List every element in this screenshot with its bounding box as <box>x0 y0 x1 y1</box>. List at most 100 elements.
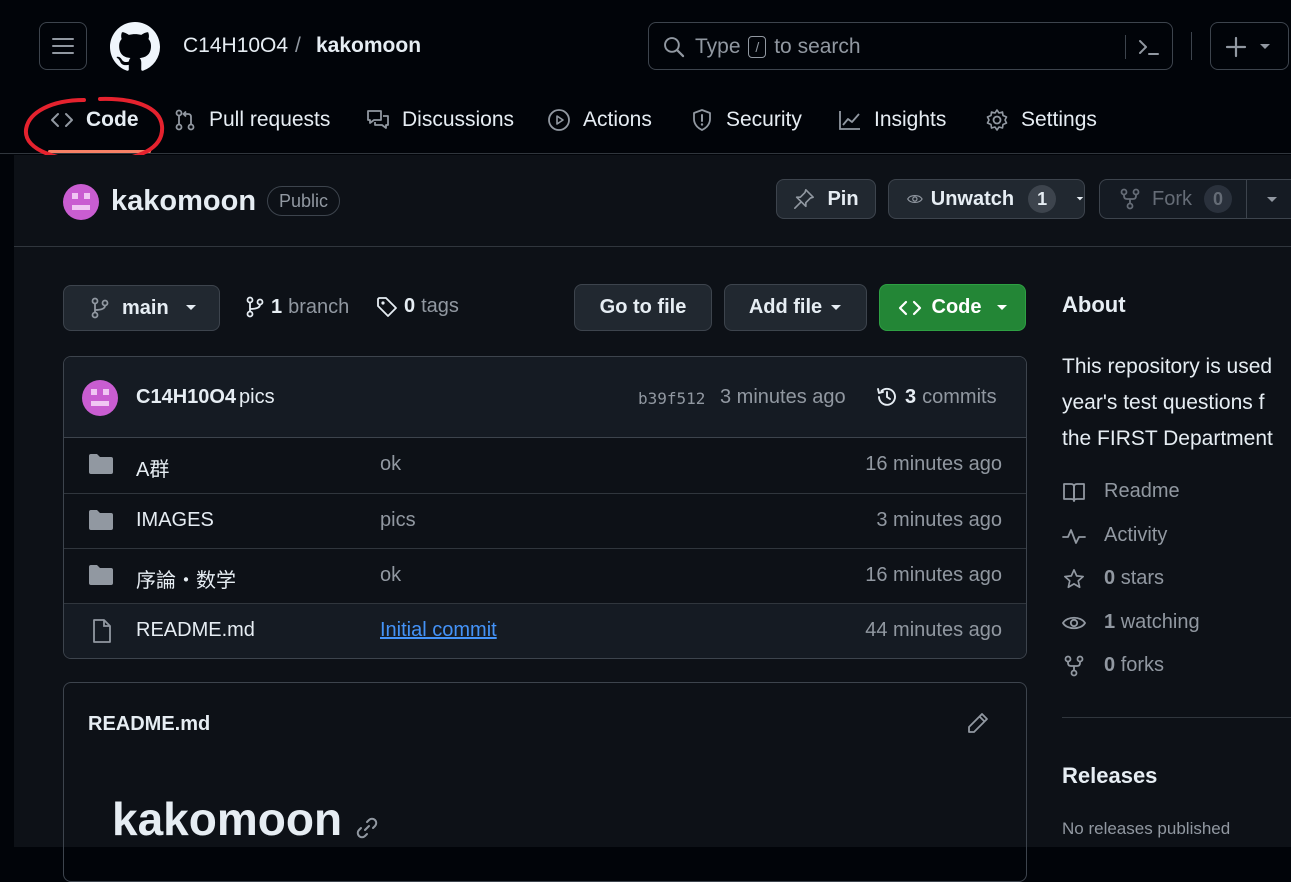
chevron-down-icon <box>996 304 1007 310</box>
repo-title[interactable]: kakomoon <box>111 185 256 218</box>
file-row[interactable]: 序論・数学 ok 16 minutes ago <box>64 548 1026 603</box>
branch-select[interactable]: main <box>63 285 220 331</box>
chevron-down-icon <box>1267 197 1277 202</box>
fork-button[interactable]: Fork 0 <box>1099 179 1291 219</box>
tab-discussions[interactable]: Discussions <box>366 104 514 136</box>
chevron-down-icon <box>1076 197 1084 201</box>
history-icon <box>877 387 896 406</box>
file-age: 3 minutes ago <box>876 509 1002 531</box>
about-description: This repository is used year's test ques… <box>1062 349 1273 457</box>
tab-pull-requests-label: Pull requests <box>209 108 331 131</box>
header-divider <box>1191 32 1192 60</box>
about-activity-link[interactable]: Activity <box>1062 524 1167 547</box>
tab-actions[interactable]: Actions <box>547 104 652 136</box>
about-watching-link[interactable]: 1 watching <box>1062 611 1200 634</box>
file-row[interactable]: A群 ok 16 minutes ago <box>64 438 1026 493</box>
about-title: About <box>1062 292 1126 317</box>
tab-insights-label: Insights <box>874 108 947 131</box>
folder-icon <box>89 565 113 585</box>
commit-author-avatar[interactable] <box>82 380 118 416</box>
tab-discussions-label: Discussions <box>402 108 515 131</box>
about-readme-link[interactable]: Readme <box>1062 480 1180 503</box>
tags-label: tags <box>421 295 459 317</box>
watching-count: 1 <box>1104 611 1116 633</box>
tab-pull-requests[interactable]: Pull requests <box>173 104 330 136</box>
pin-label: Pin <box>827 187 859 210</box>
file-commit-message[interactable]: ok <box>380 564 401 587</box>
link-icon[interactable] <box>356 817 378 839</box>
forks-count: 0 <box>1104 654 1116 676</box>
file-row[interactable]: IMAGES pics 3 minutes ago <box>64 493 1026 548</box>
add-file-button[interactable]: Add file <box>724 284 867 331</box>
branch-name: main <box>122 296 169 319</box>
graph-icon <box>839 111 860 130</box>
about-forks-link[interactable]: 0 forks <box>1062 654 1164 677</box>
breadcrumb-owner[interactable]: C14H10O4 <box>183 33 288 59</box>
breadcrumb-separator: / <box>295 34 301 57</box>
global-header: C14H10O4 / kakomoon Type / to search Cod… <box>0 0 1291 164</box>
about-stars-link[interactable]: 0 stars <box>1062 567 1164 590</box>
commit-sha[interactable]: b39f512 <box>638 389 705 408</box>
menu-button[interactable] <box>39 22 87 70</box>
file-name[interactable]: 序論・数学 <box>136 564 236 593</box>
repo-avatar[interactable] <box>63 184 99 220</box>
pin-button[interactable]: Pin <box>776 179 876 219</box>
comment-discussion-icon <box>367 110 389 129</box>
releases-title[interactable]: Releases <box>1062 763 1157 789</box>
file-icon <box>93 619 111 643</box>
pulse-icon <box>1062 528 1086 544</box>
about-activity-label: Activity <box>1104 524 1168 546</box>
star-icon <box>1064 568 1084 588</box>
readme-heading: kakomoon <box>112 791 378 847</box>
file-age: 16 minutes ago <box>865 453 1002 475</box>
git-pull-request-icon <box>175 109 195 131</box>
readme-panel: README.md kakomoon <box>63 682 1027 882</box>
tab-security[interactable]: Security <box>690 104 802 136</box>
readme-filename[interactable]: README.md <box>88 713 210 736</box>
create-new-button[interactable] <box>1210 22 1289 70</box>
file-commit-message[interactable]: ok <box>380 453 401 476</box>
unwatch-button[interactable]: Unwatch 1 <box>888 179 1085 219</box>
commit-author[interactable]: C14H10O4 <box>136 386 236 409</box>
tab-security-label: Security <box>726 108 802 131</box>
branches-count: 1 <box>271 295 283 318</box>
file-commit-message[interactable]: pics <box>380 509 416 532</box>
code-button[interactable]: Code <box>879 284 1026 331</box>
book-icon <box>1063 482 1085 502</box>
file-name[interactable]: A群 <box>136 453 169 482</box>
identicon-icon <box>72 193 90 210</box>
pencil-icon[interactable] <box>967 712 989 734</box>
folder-icon <box>89 454 113 474</box>
go-to-file-button[interactable]: Go to file <box>574 284 712 331</box>
watch-count: 1 <box>1028 185 1057 213</box>
chevron-down-icon <box>1260 44 1270 49</box>
shield-icon <box>693 109 711 131</box>
tab-settings[interactable]: Settings <box>985 104 1097 136</box>
repo-forked-icon <box>1064 655 1084 676</box>
commits-link[interactable]: 3 commits <box>875 385 997 409</box>
tags-link[interactable]: 0 tags <box>376 295 459 318</box>
search-input[interactable]: Type / to search <box>648 22 1173 70</box>
branches-link[interactable]: 1 branch <box>245 295 349 319</box>
fork-divider <box>1246 180 1247 218</box>
sidebar-divider <box>1062 717 1291 718</box>
identicon-icon <box>91 389 109 406</box>
github-logo-icon[interactable] <box>110 22 160 72</box>
breadcrumb-repo[interactable]: kakomoon <box>316 33 421 59</box>
command-palette-icon[interactable] <box>1137 36 1161 58</box>
commits-count: 3 <box>905 385 917 408</box>
repo-forked-icon <box>1120 188 1140 210</box>
fork-count: 0 <box>1204 185 1232 213</box>
commit-message[interactable]: pics <box>239 386 275 409</box>
releases-empty-text: No releases published <box>1062 819 1231 838</box>
tab-settings-label: Settings <box>1021 108 1097 131</box>
unwatch-label: Unwatch <box>930 187 1015 210</box>
file-row[interactable]: README.md Initial commit 44 minutes ago <box>64 603 1026 658</box>
file-name[interactable]: README.md <box>136 619 255 642</box>
file-name[interactable]: IMAGES <box>136 509 214 532</box>
stars-count: 0 <box>1104 567 1116 589</box>
tab-insights[interactable]: Insights <box>838 104 946 136</box>
commits-label: commits <box>922 385 997 408</box>
file-commit-message[interactable]: Initial commit <box>380 619 497 642</box>
main-content: kakomoon Public Pin Unwatch 1 Fork 0 mai… <box>14 155 1291 882</box>
